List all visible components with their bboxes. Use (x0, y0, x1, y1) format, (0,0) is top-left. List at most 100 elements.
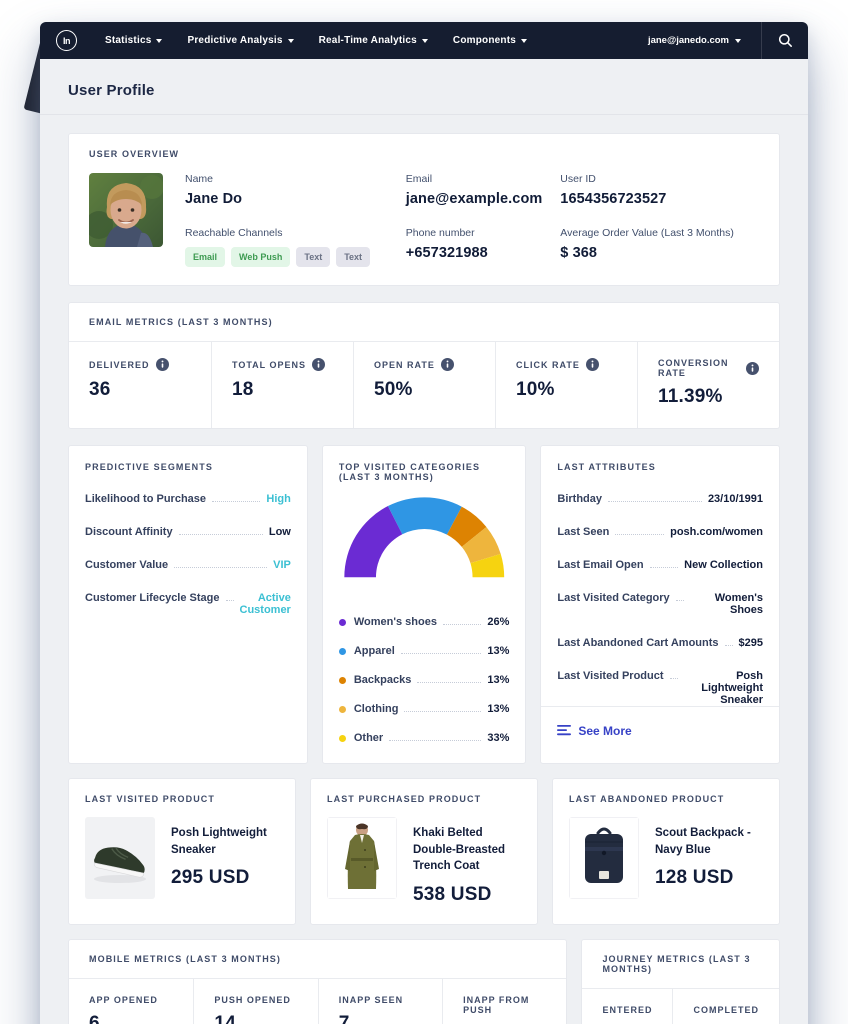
section-title: LAST ABANDONED PRODUCT (569, 794, 763, 804)
metric-value: 7 (339, 1013, 422, 1024)
attribute-value: VIP (273, 559, 291, 571)
mobile-metrics-cells: APP OPENED6PUSH OPENED14INAPP SEEN7INAPP… (69, 979, 566, 1024)
legend-label: Clothing (354, 703, 399, 715)
navbar-left: In Statistics Predictive Analysis Real-T… (40, 22, 628, 59)
email-metrics-cells: DELIVERED36TOTAL OPENS18OPEN RATE50%CLIC… (69, 342, 779, 428)
info-icon[interactable] (586, 358, 599, 371)
app-window: In Statistics Predictive Analysis Real-T… (40, 22, 808, 1024)
legend-label: Women's shoes (354, 616, 437, 628)
predictive-segments-list: Likelihood to PurchaseHighDiscount Affin… (85, 472, 291, 616)
attribute-row: Last Seenposh.com/women (557, 526, 763, 538)
last-visited-product-card: LAST VISITED PRODUCT (68, 778, 296, 925)
metric-label: PUSH OPENED (214, 995, 291, 1005)
attribute-row: Likelihood to PurchaseHigh (85, 493, 291, 505)
dotted-leader (226, 600, 234, 601)
sneaker-product-image (85, 817, 155, 899)
metric-label: CLICK RATE (516, 360, 580, 370)
gauge-chart (341, 494, 508, 583)
section-title: PREDICTIVE SEGMENTS (85, 462, 291, 472)
chevron-down-icon (288, 39, 294, 43)
page-content: USER OVERVIEW (40, 115, 808, 1024)
nav-item-label: Real-Time Analytics (319, 35, 417, 46)
section-title: LAST ATTRIBUTES (557, 462, 763, 472)
legend-value: 13% (487, 674, 509, 686)
nav-item-components[interactable]: Components (453, 35, 527, 46)
info-icon[interactable] (312, 358, 325, 371)
metric-cell-app-opened: APP OPENED6 (69, 979, 193, 1024)
dotted-leader (417, 682, 481, 683)
attribute-value: Low (269, 526, 291, 538)
dotted-leader (179, 534, 263, 535)
metric-label: ENTERED (602, 1005, 652, 1015)
journey-metrics-card: JOURNEY METRICS (LAST 3 MONTHS) ENTERED7… (581, 939, 780, 1024)
metric-cell-delivered: DELIVERED36 (69, 342, 211, 428)
metric-cell-completed: COMPLETED5 (672, 989, 779, 1024)
journey-metrics-cells: ENTERED7COMPLETED5 (582, 989, 779, 1024)
attribute-label: Customer Value (85, 559, 168, 571)
legend-row: Backpacks 13% (339, 674, 510, 686)
metric-value: 18 (232, 379, 333, 401)
attribute-value: High (266, 493, 290, 505)
user-id: 1654356723527 (560, 191, 759, 207)
metric-value: 14 (214, 1013, 297, 1024)
attribute-row: Last Email OpenNew Collection (557, 559, 763, 571)
channel-badge-email: Email (185, 247, 225, 267)
dotted-leader (670, 678, 678, 679)
see-more-link[interactable]: See More (557, 724, 631, 738)
dotted-leader (401, 653, 482, 654)
legend-label: Backpacks (354, 674, 412, 686)
attribute-value: New Collection (684, 559, 763, 571)
product-info: Posh Lightweight Sneaker 295 USD (171, 817, 279, 889)
brand-logo-icon[interactable]: In (56, 30, 77, 51)
user-overview-card: USER OVERVIEW (68, 133, 780, 286)
nav-item-predictive-analysis[interactable]: Predictive Analysis (187, 35, 293, 46)
search-button[interactable] (761, 22, 808, 59)
nav-item-real-time-analytics[interactable]: Real-Time Analytics (319, 35, 428, 46)
attribute-value: 23/10/1991 (708, 493, 763, 505)
metric-cell-total-opens: TOTAL OPENS18 (211, 342, 353, 428)
chevron-down-icon (521, 39, 527, 43)
top-navbar: In Statistics Predictive Analysis Real-T… (40, 22, 808, 59)
legend-row: Clothing13% (339, 703, 510, 715)
info-icon[interactable] (746, 362, 759, 375)
metric-cell-inapp-from-push: INAPP FROM PUSH5 (442, 979, 566, 1024)
legend-row: Women's shoes26% (339, 616, 510, 628)
attribute-label: Last Seen (557, 526, 609, 538)
name-label: Name (185, 173, 406, 185)
attribute-row: Customer Value VIP (85, 559, 291, 571)
attribute-label: Last Visited Product (557, 670, 663, 682)
info-icon[interactable] (156, 358, 169, 371)
account-email: jane@janedo.com (648, 35, 729, 46)
aov-label: Average Order Value (Last 3 Months) (560, 227, 759, 239)
attribute-row: Last Visited CategoryWomen's Shoes (557, 592, 763, 616)
account-menu[interactable]: jane@janedo.com (628, 35, 761, 46)
metric-value: 50% (374, 379, 475, 401)
section-title: EMAIL METRICS (LAST 3 MONTHS) (69, 303, 779, 342)
legend-value: 13% (487, 645, 509, 657)
attribute-row: Birthday23/10/1991 (557, 493, 763, 505)
nav-item-statistics[interactable]: Statistics (105, 35, 162, 46)
section-title: MOBILE METRICS (LAST 3 MONTHS) (69, 940, 566, 979)
last-purchased-product-card: LAST PURCHASED PRODUCT (310, 778, 538, 925)
user-name: Jane Do (185, 191, 406, 207)
attribute-value: $295 (739, 637, 763, 649)
legend-label: Apparel (354, 645, 395, 657)
channel-badge-web-push: Web Push (231, 247, 290, 267)
attribute-row: Customer Lifecycle StageActive Customer (85, 592, 291, 616)
legend-row: Other33% (339, 732, 510, 744)
nav-item-label: Predictive Analysis (187, 35, 282, 46)
user-overview-grid: Name Jane Do Reachable Channels EmailWeb… (89, 173, 759, 267)
page-title: User Profile (68, 82, 780, 99)
user-id-label: User ID (560, 173, 759, 185)
chevron-down-icon (735, 39, 741, 43)
section-title: LAST VISITED PRODUCT (85, 794, 279, 804)
top-visited-categories-card: TOP VISITED CATEGORIES (LAST 3 MONTHS) W… (322, 445, 527, 764)
section-title: LAST PURCHASED PRODUCT (327, 794, 521, 804)
phone-label: Phone number (406, 227, 561, 239)
legend-dot-icon (339, 735, 346, 742)
metric-label: DELIVERED (89, 360, 150, 370)
dotted-leader (389, 740, 481, 741)
user-email: jane@example.com (406, 191, 561, 207)
attribute-row: Last Visited ProductPosh Lightweight Sne… (557, 670, 763, 706)
info-icon[interactable] (441, 358, 454, 371)
